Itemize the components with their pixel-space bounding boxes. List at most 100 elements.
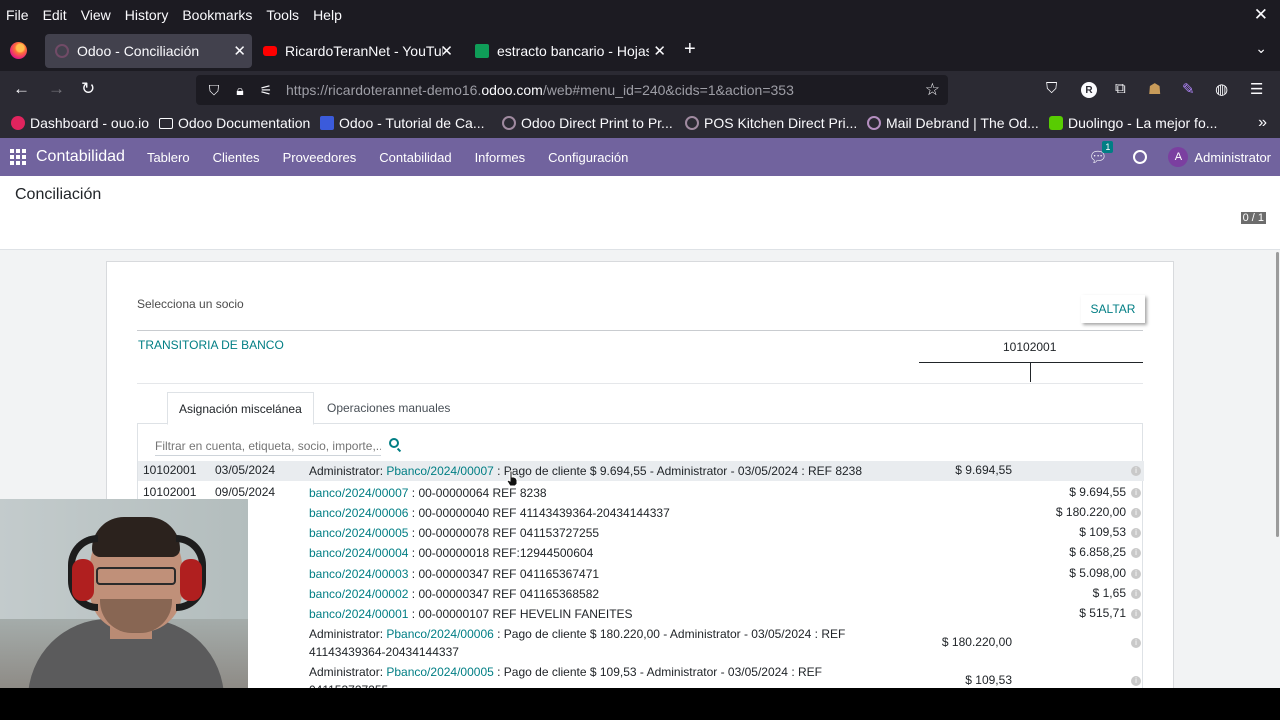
move-line-row[interactable]: 2024banco/2024/00004 : 00-00000018 REF:1… — [138, 543, 1144, 563]
profile-r-icon[interactable]: R — [1081, 82, 1097, 98]
apps-menu-icon[interactable] — [10, 149, 26, 165]
info-icon[interactable]: i — [1131, 589, 1141, 599]
avatar[interactable]: A — [1168, 147, 1189, 167]
tab-sheets[interactable]: estracto bancario - Hojas ✕ — [465, 34, 672, 68]
menu-configuracion[interactable]: Configuración — [548, 150, 628, 165]
new-tab-icon[interactable]: + — [684, 38, 696, 61]
pocket-icon[interactable]: ⛉ — [1046, 80, 1057, 97]
permissions-icon[interactable]: ⚟ — [258, 82, 274, 99]
tab-youtube[interactable]: RicardoTeranNet - YouTube ✕ — [253, 34, 459, 68]
bookmark-odoo-direct-print[interactable]: Odoo Direct Print to Pr... — [502, 115, 673, 131]
info-icon[interactable]: i — [1131, 488, 1141, 498]
tab-operaciones-manuales[interactable]: Operaciones manuales — [316, 392, 461, 424]
extension-pen-icon[interactable]: ✎ — [1182, 80, 1195, 98]
menu-informes[interactable]: Informes — [475, 150, 526, 165]
bookmark-star-icon[interactable]: ☆ — [925, 80, 940, 100]
line-ref-link[interactable]: banco/2024/00002 — [309, 587, 408, 601]
menu-history[interactable]: History — [125, 7, 169, 23]
line-ref-link[interactable]: banco/2024/00005 — [309, 526, 408, 540]
line-ref-link[interactable]: banco/2024/00007 — [309, 486, 408, 500]
firefox-icon[interactable] — [10, 42, 27, 59]
tab-close-icon[interactable]: ✕ — [233, 42, 246, 60]
tab-title: RicardoTeranNet - YouTube — [285, 43, 443, 59]
line-ref-link[interactable]: Pbanco/2024/00005 — [386, 665, 493, 679]
account-name-link[interactable]: TRANSITORIA DE BANCO — [138, 338, 284, 352]
move-line-row[interactable]: 10102001 09/05/2024 banco/2024/00007 : 00-… — [138, 483, 1144, 503]
move-line-row[interactable]: 2024banco/2024/00006 : 00-00000040 REF 4… — [138, 503, 1144, 523]
globe-icon[interactable]: ◍ — [1215, 80, 1228, 98]
info-icon[interactable]: i — [1131, 548, 1141, 558]
user-name[interactable]: Administrator — [1194, 150, 1271, 165]
skip-button[interactable]: SALTAR — [1081, 295, 1145, 323]
list-all-tabs-icon[interactable]: ⌄ — [1255, 40, 1267, 57]
select-partner-label[interactable]: Selecciona un socio — [137, 297, 244, 311]
move-line-row[interactable]: 2024Administrator: Pbanco/2024/00005 : P… — [138, 663, 1144, 688]
scrollbar[interactable] — [1276, 250, 1280, 688]
info-icon[interactable]: i — [1131, 569, 1141, 579]
info-icon[interactable]: i — [1131, 676, 1141, 686]
line-credit: $ 9.694,55 — [1069, 485, 1126, 499]
info-icon[interactable]: i — [1131, 508, 1141, 518]
line-label: Administrator: Pbanco/2024/00006 : Pago … — [309, 625, 869, 661]
menu-proveedores[interactable]: Proveedores — [283, 150, 357, 165]
window-close-icon[interactable]: ✕ — [1254, 5, 1268, 25]
app-name[interactable]: Contabilidad — [36, 148, 125, 166]
forward-icon[interactable]: → — [48, 79, 65, 99]
bookmark-duolingo[interactable]: Duolingo - La mejor fo... — [1049, 115, 1217, 131]
info-icon[interactable]: i — [1131, 528, 1141, 538]
menu-file[interactable]: File — [6, 7, 29, 23]
menu-help[interactable]: Help — [313, 7, 342, 23]
line-ref-link[interactable]: banco/2024/00006 — [309, 506, 408, 520]
webcam-overlay — [0, 499, 248, 688]
move-line-row[interactable]: 2024banco/2024/00001 : 00-00000107 REF H… — [138, 604, 1144, 624]
move-line-row[interactable]: 2024Administrator: Pbanco/2024/00006 : P… — [138, 625, 1144, 661]
pager[interactable]: 0 / 1 — [1240, 212, 1266, 224]
url-text[interactable]: https://ricardoterannet-demo16.odoo.com/… — [286, 82, 794, 98]
info-icon[interactable]: i — [1131, 638, 1141, 648]
bookmark-label: Odoo - Tutorial de Ca... — [339, 115, 485, 131]
line-ref-link[interactable]: Pbanco/2024/00006 — [386, 627, 493, 641]
url-bar[interactable]: ⛉ 🔒︎ ⚟ https://ricardoterannet-demo16.od… — [196, 75, 948, 105]
tab-odoo-conciliacion[interactable]: Odoo - Conciliación ✕ — [45, 34, 252, 68]
bookmark-mail-debrand[interactable]: Mail Debrand | The Od... — [867, 115, 1039, 131]
bookmark-pos-kitchen[interactable]: POS Kitchen Direct Pri... — [685, 115, 857, 131]
chat-icon[interactable]: 💬︎ 1 — [1088, 141, 1114, 166]
bookmark-dashboard[interactable]: Dashboard - ouo.io — [11, 115, 149, 131]
extensions-icon[interactable]: ⧉ — [1115, 80, 1126, 97]
activity-clock-icon[interactable] — [1133, 150, 1148, 164]
tab-close-icon[interactable]: ✕ — [653, 42, 666, 60]
tab-asignacion-miscelanea[interactable]: Asignación miscelánea — [167, 392, 314, 425]
info-icon[interactable]: i — [1131, 466, 1141, 476]
lock-icon[interactable]: 🔒︎ — [232, 82, 248, 99]
menu-bookmarks[interactable]: Bookmarks — [182, 7, 252, 23]
info-icon[interactable]: i — [1131, 609, 1141, 619]
scrollbar-thumb[interactable] — [1276, 252, 1279, 537]
back-icon[interactable]: ← — [13, 79, 30, 99]
menu-view[interactable]: View — [81, 7, 111, 23]
menu-tablero[interactable]: Tablero — [147, 150, 190, 165]
line-ref-link[interactable]: Pbanco/2024/00007 — [386, 464, 493, 478]
move-line-row[interactable]: 2024banco/2024/00002 : 00-00000347 REF 0… — [138, 584, 1144, 604]
move-line-row[interactable]: 10102001 03/05/2024 Administrator: Pbanco/… — [138, 461, 1144, 481]
bookmark-odoo-tutorial[interactable]: Odoo - Tutorial de Ca... — [320, 115, 485, 131]
menu-edit[interactable]: Edit — [43, 7, 67, 23]
bookmark-odoo-docs[interactable]: Odoo Documentation — [159, 115, 310, 131]
line-description: : 00-00000078 REF 041153727255 — [408, 526, 600, 540]
shield-icon[interactable]: ⛉ — [206, 82, 222, 99]
tab-close-icon[interactable]: ✕ — [440, 42, 453, 60]
menu-clientes[interactable]: Clientes — [213, 150, 260, 165]
move-line-row[interactable]: 2024banco/2024/00003 : 00-00000347 REF 0… — [138, 564, 1144, 584]
line-ref-link[interactable]: banco/2024/00003 — [309, 567, 408, 581]
move-line-row[interactable]: 2024banco/2024/00005 : 00-00000078 REF 0… — [138, 523, 1144, 543]
menu-tools[interactable]: Tools — [266, 7, 299, 23]
bookmarks-overflow-icon[interactable]: » — [1258, 114, 1267, 132]
reload-icon[interactable]: ↻ — [81, 79, 95, 99]
tab-title: Odoo - Conciliación — [77, 43, 200, 59]
filter-input[interactable] — [155, 436, 381, 456]
app-menu-icon[interactable]: ☰ — [1250, 80, 1263, 98]
search-icon[interactable] — [389, 438, 399, 448]
menu-contabilidad[interactable]: Contabilidad — [379, 150, 451, 165]
line-ref-link[interactable]: banco/2024/00001 — [309, 607, 408, 621]
extension-hat-icon[interactable]: ☗ — [1148, 80, 1161, 98]
line-ref-link[interactable]: banco/2024/00004 — [309, 546, 408, 560]
